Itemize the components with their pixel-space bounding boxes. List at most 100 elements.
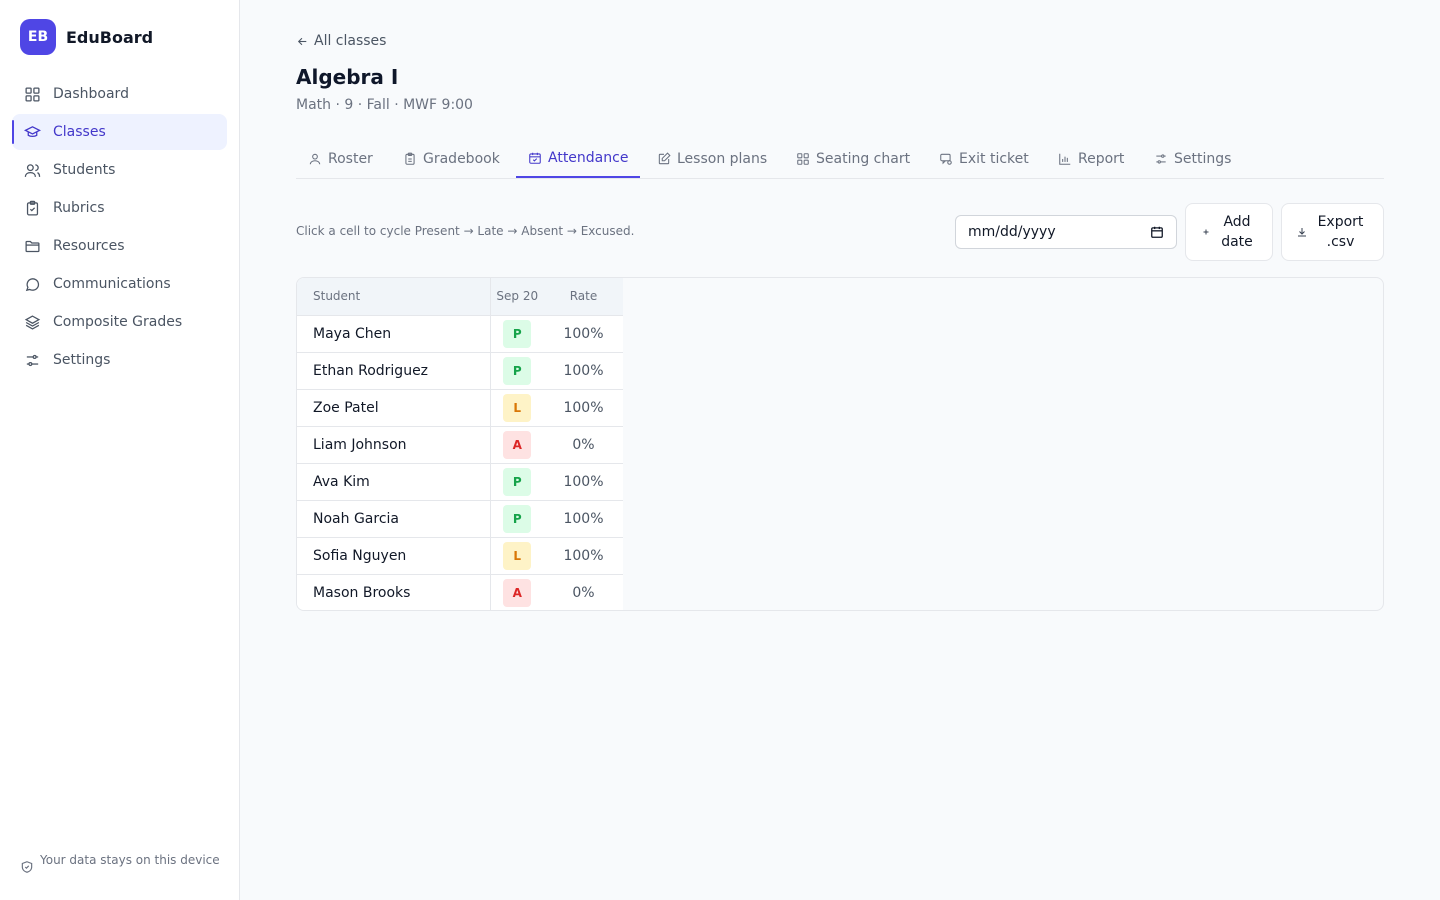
sidebar-item-label: Dashboard xyxy=(53,86,129,102)
sidebar-item-dashboard[interactable]: Dashboard xyxy=(12,76,227,112)
status-badge[interactable]: P xyxy=(503,356,532,385)
privacy-note: Your data stays on this device xyxy=(20,852,220,874)
sidebar-item-label: Resources xyxy=(53,238,125,254)
sidebar-item-classes[interactable]: Classes xyxy=(12,114,227,150)
graduation-cap-icon xyxy=(24,125,41,137)
tab-seating-chart[interactable]: Seating chart xyxy=(784,140,922,178)
table-row: Ethan Rodriguez P 100% xyxy=(297,352,623,390)
export-csv-button[interactable]: Export .csv xyxy=(1281,203,1384,261)
sidebar-item-composite-grades[interactable]: Composite Grades xyxy=(12,304,227,340)
class-meta: Math · 9 · Fall · MWF 9:00 xyxy=(296,97,473,113)
sidebar-item-label: Settings xyxy=(53,352,111,368)
add-date-label: Add date xyxy=(1221,214,1253,250)
sidebar-item-resources[interactable]: Resources xyxy=(12,228,227,264)
sidebar-item-rubrics[interactable]: Rubrics xyxy=(12,190,227,226)
student-name: Noah Garcia xyxy=(297,500,491,538)
tab-attendance[interactable]: Attendance xyxy=(516,140,641,178)
folder-icon xyxy=(25,240,40,252)
add-date-button[interactable]: Add date xyxy=(1185,203,1273,261)
attendance-cell[interactable]: L xyxy=(490,537,544,575)
tab-gradebook[interactable]: Gradebook xyxy=(391,140,512,178)
status-badge[interactable]: L xyxy=(503,393,532,422)
column-header-student: Student xyxy=(297,278,491,316)
layers-icon xyxy=(24,314,41,330)
sidebar-nav: Dashboard Classes Students Rubrics Resou… xyxy=(12,76,227,380)
class-tabs: Roster Gradebook Attendance Lesson plans… xyxy=(296,140,1384,179)
export-csv-label: Export .csv xyxy=(1317,214,1364,250)
attendance-rows: Maya Chen P 100% Ethan Rodriguez P 100% Zoe Pa… xyxy=(297,315,623,610)
sidebar-item-label: Students xyxy=(53,162,116,178)
attendance-cell[interactable]: P xyxy=(490,500,544,538)
tab-roster[interactable]: Roster xyxy=(296,140,385,178)
column-header-rate: Rate xyxy=(544,278,623,316)
status-badge[interactable]: P xyxy=(503,467,532,496)
attendance-cell[interactable]: A xyxy=(490,574,544,610)
attendance-table-card: Student Sep 20 Rate Maya Chen P 100% Ethan … xyxy=(296,277,1384,611)
attendance-rate: 100% xyxy=(544,463,623,501)
back-link-label: All classes xyxy=(314,33,387,49)
table-row: Maya Chen P 100% xyxy=(297,315,623,353)
shield-check-icon xyxy=(21,861,33,873)
attendance-cell[interactable]: P xyxy=(490,352,544,390)
attendance-rate: 100% xyxy=(544,537,623,575)
users-icon xyxy=(24,163,41,177)
status-badge[interactable]: A xyxy=(503,578,532,607)
table-header-row: Student Sep 20 Rate xyxy=(297,278,623,316)
table-row: Ava Kim P 100% xyxy=(297,463,623,501)
student-name: Mason Brooks xyxy=(297,574,491,610)
attendance-cell[interactable]: P xyxy=(490,463,544,501)
table-row: Mason Brooks A 0% xyxy=(297,574,623,610)
tab-label: Report xyxy=(1078,151,1125,167)
student-name: Ethan Rodriguez xyxy=(297,352,491,390)
plus-icon xyxy=(1203,229,1209,235)
brand-name: EduBoard xyxy=(66,27,154,47)
bar-chart-icon xyxy=(1059,153,1071,165)
sidebar-item-communications[interactable]: Communications xyxy=(12,266,227,302)
page-title: Algebra I xyxy=(296,65,399,89)
tab-report[interactable]: Report xyxy=(1046,140,1136,178)
status-badge[interactable]: A xyxy=(503,430,532,459)
date-input[interactable]: mm/dd/yyyy xyxy=(955,215,1177,249)
user-icon xyxy=(309,153,321,165)
sidebar-item-label: Composite Grades xyxy=(53,314,183,330)
sidebar-item-students[interactable]: Students xyxy=(12,152,227,188)
sidebar-item-label: Classes xyxy=(53,124,106,140)
attendance-hint: Click a cell to cycle Present → Late → A… xyxy=(296,224,635,238)
brand-logo: EB xyxy=(20,19,56,55)
calendar-icon[interactable] xyxy=(1150,225,1164,239)
table-row: Liam Johnson A 0% xyxy=(297,426,623,464)
sliders-icon xyxy=(26,354,39,366)
student-name: Maya Chen xyxy=(297,315,491,353)
tab-lesson-plans[interactable]: Lesson plans xyxy=(645,140,779,178)
brand[interactable]: EB EduBoard xyxy=(20,19,153,55)
tab-exit-ticket[interactable]: Exit ticket xyxy=(927,140,1041,178)
status-badge[interactable]: P xyxy=(503,319,532,348)
status-badge[interactable]: L xyxy=(503,541,532,570)
arrow-left-icon xyxy=(297,37,307,45)
table-row: Noah Garcia P 100% xyxy=(297,500,623,538)
download-icon xyxy=(1298,228,1306,237)
grid-icon xyxy=(25,86,40,102)
column-header-date[interactable]: Sep 20 xyxy=(490,278,544,316)
tab-settings[interactable]: Settings xyxy=(1142,140,1243,178)
tab-label: Roster xyxy=(328,151,373,167)
grid-icon xyxy=(797,153,809,165)
ticket-icon xyxy=(940,153,952,165)
clipboard-check-icon xyxy=(26,200,39,216)
attendance-cell[interactable]: A xyxy=(490,426,544,464)
attendance-cell[interactable]: P xyxy=(490,315,544,353)
student-name: Liam Johnson xyxy=(297,426,491,464)
status-badge[interactable]: P xyxy=(503,504,532,533)
attendance-cell[interactable]: L xyxy=(490,389,544,427)
calendar-check-icon xyxy=(529,152,541,164)
date-input-placeholder: mm/dd/yyyy xyxy=(968,224,1056,240)
privacy-note-text: Your data stays on this device xyxy=(40,853,220,867)
sidebar-item-settings[interactable]: Settings xyxy=(12,342,227,378)
attendance-rate: 100% xyxy=(544,352,623,390)
student-name: Sofia Nguyen xyxy=(297,537,491,575)
back-to-classes-link[interactable]: All classes xyxy=(296,33,386,49)
sidebar-item-label: Rubrics xyxy=(53,200,105,216)
edit-icon xyxy=(658,152,671,165)
attendance-rate: 0% xyxy=(572,584,595,601)
tab-label: Exit ticket xyxy=(959,151,1029,167)
